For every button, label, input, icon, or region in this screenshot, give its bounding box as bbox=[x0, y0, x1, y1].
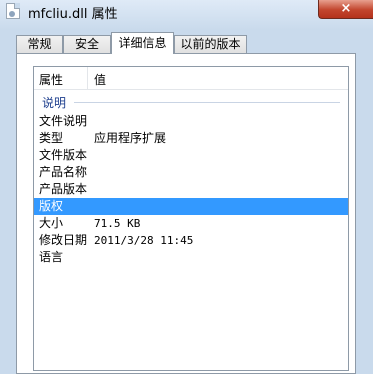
details-list[interactable]: 属性 值 说明 文件说明 类型 应用程序扩展 文件版本 产品名称 产品版本 版权… bbox=[33, 66, 349, 371]
property-name: 类型 bbox=[39, 131, 64, 145]
group-divider bbox=[74, 102, 340, 103]
details-panel: 属性 值 说明 文件说明 类型 应用程序扩展 文件版本 产品名称 产品版本 版权… bbox=[16, 53, 356, 374]
property-name: 产品版本 bbox=[39, 182, 88, 196]
detail-row-date-modified[interactable]: 修改日期 2011/3/28 11:45 bbox=[34, 232, 348, 249]
property-value: 71.5 KB bbox=[94, 217, 141, 230]
group-description: 说明 bbox=[42, 93, 342, 110]
detail-row-language[interactable]: 语言 bbox=[34, 249, 348, 266]
column-header-value[interactable]: 值 bbox=[94, 71, 106, 88]
detail-row-type[interactable]: 类型 应用程序扩展 bbox=[34, 130, 348, 147]
group-label: 说明 bbox=[42, 96, 67, 110]
detail-row-file-version[interactable]: 文件版本 bbox=[34, 147, 348, 164]
detail-row-file-description[interactable]: 文件说明 bbox=[34, 113, 348, 130]
property-name: 产品名称 bbox=[39, 165, 88, 179]
detail-row-copyright[interactable]: 版权 bbox=[34, 198, 348, 215]
tab-security[interactable]: 安全 bbox=[63, 35, 111, 53]
detail-row-size[interactable]: 大小 71.5 KB bbox=[34, 215, 348, 232]
detail-rows: 文件说明 类型 应用程序扩展 文件版本 产品名称 产品版本 版权 大小 71.5… bbox=[34, 113, 348, 266]
property-name: 语言 bbox=[39, 250, 64, 264]
property-value: 应用程序扩展 bbox=[94, 131, 167, 145]
property-value: 2011/3/28 11:45 bbox=[94, 234, 194, 247]
close-button[interactable]: × bbox=[318, 0, 373, 19]
dll-file-icon bbox=[6, 3, 20, 19]
property-name: 修改日期 bbox=[39, 233, 88, 247]
tab-previous-versions[interactable]: 以前的版本 bbox=[174, 35, 247, 53]
property-name: 文件说明 bbox=[39, 114, 88, 128]
list-header: 属性 值 bbox=[34, 67, 348, 90]
tab-details[interactable]: 详细信息 bbox=[111, 32, 174, 54]
title-bar[interactable]: mfcliu.dll 属性 × bbox=[0, 0, 373, 22]
column-header-property[interactable]: 属性 bbox=[39, 71, 63, 88]
property-name: 文件版本 bbox=[39, 148, 88, 162]
property-name: 版权 bbox=[39, 199, 64, 213]
detail-row-product-name[interactable]: 产品名称 bbox=[34, 164, 348, 181]
detail-row-product-version[interactable]: 产品版本 bbox=[34, 181, 348, 198]
window-title: mfcliu.dll 属性 bbox=[28, 7, 118, 22]
column-divider[interactable] bbox=[87, 67, 88, 89]
tab-general[interactable]: 常规 bbox=[16, 35, 63, 53]
properties-window: mfcliu.dll 属性 × 常规 安全 详细信息 以前的版本 属性 值 说明… bbox=[0, 0, 373, 374]
property-name: 大小 bbox=[39, 216, 64, 230]
